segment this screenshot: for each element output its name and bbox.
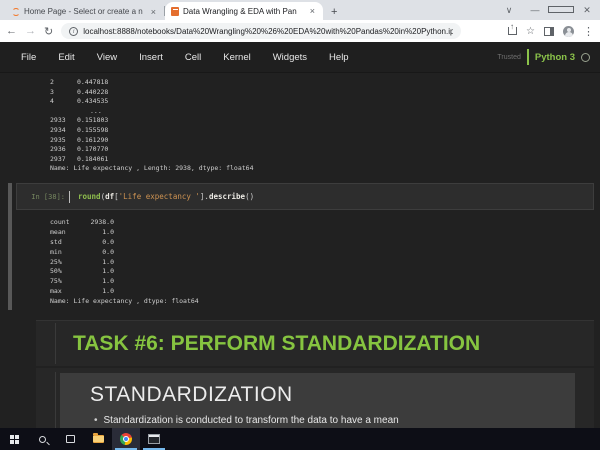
describe-footer: Name: Life expectancy , dtype: float64 xyxy=(50,297,199,306)
describe-row: 50% 1.0 xyxy=(50,267,114,276)
windows-taskbar xyxy=(0,428,600,450)
windows-logo-icon xyxy=(9,434,19,444)
cell-divider-line xyxy=(55,323,56,364)
maximize-button[interactable] xyxy=(548,5,574,15)
describe-row: mean 1.0 xyxy=(50,227,114,236)
series-output: 2 0.447818 3 0.440228 4 0.434535 ... 2933 0.… xyxy=(50,78,254,174)
tab-title: Home Page - Select or create a n xyxy=(24,7,143,16)
slide-bullet: • Standardization is conducted to transf… xyxy=(60,407,575,426)
minimize-button[interactable]: — xyxy=(522,5,548,15)
selected-cell-indicator xyxy=(8,183,12,310)
desktop: Home Page - Select or create a n × Data … xyxy=(0,0,600,450)
series-ellipsis-row: ... xyxy=(90,106,102,115)
describe-row: min 0.0 xyxy=(50,247,114,256)
describe-row: count 2938.0 xyxy=(50,218,114,226)
taskbar-search-button[interactable] xyxy=(28,428,56,450)
site-info-icon[interactable]: i xyxy=(69,26,79,36)
kernel-accent-bar xyxy=(526,49,529,65)
url-field[interactable]: i localhost:8888/notebooks/Data%20Wrangl… xyxy=(61,23,462,39)
describe-output: count 2938.0 mean 1.0 std 0.0 min 0.0 25% 1.0… xyxy=(50,218,199,307)
new-tab-button[interactable]: + xyxy=(323,6,345,20)
task-heading: TASK #6: PERFORM STANDARDIZATION xyxy=(73,332,481,355)
jupyter-notebook: File Edit View Insert Cell Kernel Widget… xyxy=(0,42,600,428)
menu-insert[interactable]: Insert xyxy=(128,52,174,63)
series-row: 2937 0.184061 xyxy=(50,154,109,163)
tab-search-icon[interactable]: ∨ xyxy=(496,5,522,16)
file-explorer-button[interactable] xyxy=(84,428,112,450)
slide-image: STANDARDIZATION • Standardization is con… xyxy=(60,373,575,428)
tab-title: Data Wrangling & EDA with Pan xyxy=(183,6,297,16)
series-row: 2934 0.155598 xyxy=(50,125,109,134)
menu-edit[interactable]: Edit xyxy=(47,52,85,63)
menu-file[interactable]: File xyxy=(10,52,47,63)
markdown-heading-cell[interactable]: TASK #6: PERFORM STANDARDIZATION xyxy=(36,320,594,366)
series-row: 2933 0.151803 xyxy=(50,116,109,125)
bookmark-star-icon[interactable]: ☆ xyxy=(526,26,535,37)
cell-prompt: In [38]: xyxy=(31,192,65,201)
menu-kernel[interactable]: Kernel xyxy=(212,52,261,63)
terminal-taskbar-button[interactable] xyxy=(140,428,168,450)
tab-notebook[interactable]: Data Wrangling & EDA with Pan × xyxy=(165,2,323,20)
url-text: localhost:8888/notebooks/Data%20Wranglin… xyxy=(83,26,454,36)
code-line[interactable]: round(df['Life expectancy '].describe() xyxy=(78,192,254,201)
menu-widgets[interactable]: Widgets xyxy=(262,52,318,63)
task-view-button[interactable] xyxy=(56,428,84,450)
tab-close-icon[interactable]: × xyxy=(308,6,317,16)
task-view-icon xyxy=(65,435,75,443)
share-icon[interactable] xyxy=(508,22,518,35)
start-button[interactable] xyxy=(0,428,28,450)
tab-home-page[interactable]: Home Page - Select or create a n × xyxy=(6,3,164,20)
series-footer: Name: Life expectancy , Length: 2938, dt… xyxy=(50,164,254,173)
browser-address-bar: ← → ↻ i localhost:8888/notebooks/Data%20… xyxy=(0,20,600,42)
series-row: 2936 0.170770 xyxy=(50,145,109,154)
bullet-text-line1: Standardization is conducted to transfor… xyxy=(103,415,399,426)
series-row: 2935 0.161290 xyxy=(50,135,109,144)
slide-title: STANDARDIZATION xyxy=(90,383,293,406)
kernel-name: Python 3 xyxy=(534,51,575,63)
browser-menu-icon[interactable]: ⋮ xyxy=(583,25,594,38)
series-row: 3 0.440228 xyxy=(50,87,109,96)
menu-cell[interactable]: Cell xyxy=(174,52,212,63)
chrome-icon xyxy=(120,433,132,445)
code-cell-input[interactable]: In [38]: round(df['Life expectancy '].de… xyxy=(16,183,594,210)
browser-tab-strip: Home Page - Select or create a n × Data … xyxy=(0,0,600,20)
search-icon xyxy=(38,435,46,443)
forward-icon[interactable]: → xyxy=(25,25,36,37)
bullet-marker: • xyxy=(94,415,98,426)
markdown-image-cell[interactable]: STANDARDIZATION • Standardization is con… xyxy=(36,368,594,428)
text-cursor xyxy=(69,190,70,203)
cell-divider-line xyxy=(55,372,56,428)
folder-icon xyxy=(92,433,104,443)
series-row: 4 0.434535 xyxy=(50,97,109,106)
describe-row: 75% 1.0 xyxy=(50,277,114,286)
notebook-menubar: File Edit View Insert Cell Kernel Widget… xyxy=(0,42,600,73)
terminal-icon xyxy=(148,434,160,444)
describe-row: std 0.0 xyxy=(50,237,114,246)
profile-avatar[interactable] xyxy=(563,25,574,37)
window-controls: ∨ — ✕ xyxy=(496,0,600,20)
menu-view[interactable]: View xyxy=(86,52,128,63)
series-row: 2 0.447818 xyxy=(50,78,109,86)
jupyter-logo-icon xyxy=(12,7,20,16)
describe-row: max 1.0 xyxy=(50,287,114,296)
chrome-taskbar-button[interactable] xyxy=(112,428,140,450)
menu-help[interactable]: Help xyxy=(318,52,360,63)
back-icon[interactable]: ← xyxy=(6,25,17,37)
tab-close-icon[interactable]: × xyxy=(149,7,158,17)
reload-icon[interactable]: ↻ xyxy=(44,25,53,38)
address-bar-actions: ☆ ⋮ xyxy=(508,22,594,38)
close-button[interactable]: ✕ xyxy=(574,5,600,16)
maximize-icon xyxy=(548,6,574,13)
describe-row: 25% 1.0 xyxy=(50,257,114,266)
kernel-status-area: Trusted Python 3 xyxy=(497,49,590,65)
kernel-idle-icon xyxy=(581,52,590,62)
side-panel-icon[interactable] xyxy=(544,26,554,36)
trusted-label: Trusted xyxy=(497,53,521,61)
notebook-favicon xyxy=(171,6,179,16)
